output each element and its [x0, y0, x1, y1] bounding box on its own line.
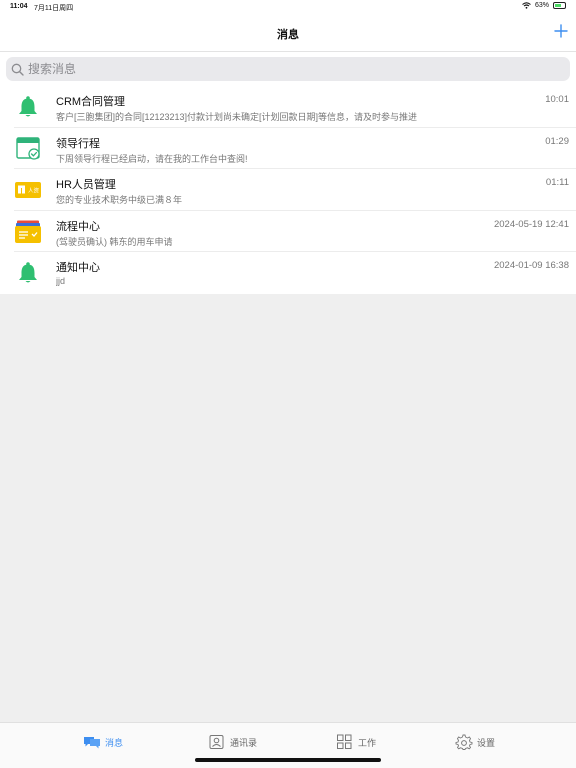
- message-time: 01:11: [545, 177, 569, 188]
- message-time: 2024-05-19 12:41: [493, 218, 569, 230]
- nav-bar: 消息: [0, 14, 576, 52]
- bell-icon: [19, 96, 37, 117]
- list-item[interactable]: 流程中心 (驾驶员确认) 韩东的用车申请 2024-05-19 12:41: [0, 211, 576, 253]
- status-date: 7月11日周四: [34, 5, 74, 12]
- message-preview: 客户[三胞集团]的合同[12123213]付款计划尚未确定[计划回款日期]等信息…: [56, 112, 418, 122]
- tab-work[interactable]: 工作: [336, 733, 376, 751]
- gear-icon: [455, 734, 473, 750]
- home-indicator[interactable]: [195, 758, 381, 762]
- battery-percent: 63%: [534, 2, 549, 9]
- tab-label: 设置: [477, 737, 496, 748]
- tab-contacts[interactable]: 通讯录: [208, 733, 257, 751]
- tab-label: 消息: [105, 737, 124, 748]
- message-list: CRM合同管理 客户[三胞集团]的合同[12123213]付款计划尚未确定[计划…: [0, 86, 576, 294]
- message-title: HR人员管理: [56, 179, 116, 191]
- message-preview: 您的专业技术职务中级已满８年: [56, 195, 183, 205]
- message-preview: (驾驶员确认) 韩东的用车申请: [56, 236, 173, 247]
- tab-label: 工作: [358, 737, 377, 748]
- battery-level-fill: [555, 4, 561, 7]
- bell-icon: [19, 262, 37, 283]
- message-title: CRM合同管理: [56, 96, 126, 108]
- search-input[interactable]: [28, 62, 548, 76]
- search-box[interactable]: [6, 57, 570, 81]
- message-time: 2024-01-09 16:38: [493, 260, 569, 271]
- message-title: 流程中心: [56, 220, 100, 233]
- grid-icon: [337, 734, 352, 749]
- message-time: 01:29: [545, 135, 569, 147]
- hr-badge-icon: 人资: [15, 182, 41, 198]
- message-preview: 下周领导行程已经启动，请在我的工作台中查阅!: [56, 153, 248, 164]
- tab-label: 通讯录: [230, 737, 258, 748]
- tab-messages[interactable]: 消息: [83, 733, 123, 751]
- page-title: 消息: [277, 29, 299, 41]
- list-item[interactable]: CRM合同管理 客户[三胞集团]的合同[12123213]付款计划尚未确定[计划…: [0, 86, 576, 128]
- tab-settings[interactable]: 设置: [455, 733, 495, 751]
- list-item[interactable]: 人资 HR人员管理 您的专业技术职务中级已满８年 01:11: [0, 169, 576, 211]
- message-title: 领导行程: [56, 137, 100, 150]
- status-indicators: 63%: [522, 2, 566, 9]
- contacts-icon: [209, 735, 224, 749]
- status-bar: 11:04 7月11日周四 63%: [0, 0, 576, 14]
- hr-badge-text: 人资: [28, 187, 40, 195]
- message-title: 通知中心: [56, 262, 100, 274]
- search-icon: [11, 63, 24, 76]
- list-item[interactable]: 通知中心 jjd 2024-01-09 16:38: [0, 252, 576, 294]
- wifi-icon: [522, 2, 531, 9]
- chat-bubbles-icon: [84, 737, 100, 749]
- message-time: 10:01: [545, 94, 569, 105]
- add-button[interactable]: [554, 24, 568, 38]
- calendar-check-icon: [16, 136, 40, 160]
- workflow-folder-icon: [15, 220, 41, 243]
- plus-icon: [554, 24, 568, 38]
- search-bar: [0, 52, 576, 86]
- status-time: 11:04: [10, 3, 28, 10]
- battery-icon: [553, 2, 566, 9]
- message-preview: jjd: [56, 276, 66, 286]
- list-item[interactable]: 领导行程 下周领导行程已经启动，请在我的工作台中查阅! 01:29: [0, 128, 576, 170]
